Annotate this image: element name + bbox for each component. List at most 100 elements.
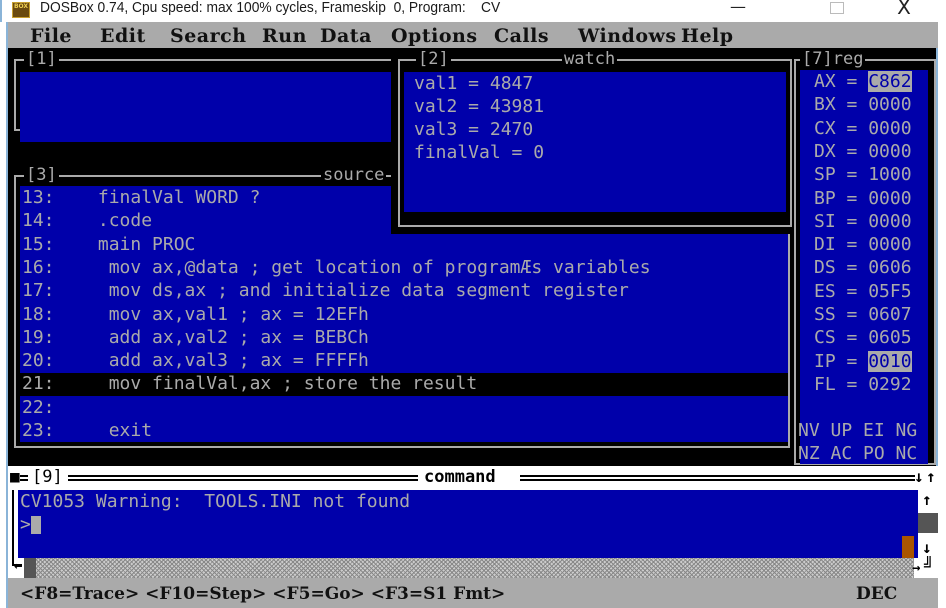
- title-line: [520, 475, 915, 481]
- menu-edit[interactable]: Edit: [100, 23, 146, 49]
- source-line[interactable]: 17: mov ds,ax ; and initialize data segm…: [22, 279, 629, 302]
- line-code: mov ds,ax ; and initialize data segment …: [54, 280, 629, 302]
- status-bar: <F8=Trace> <F10=Step> <F5=Go> <F3=S1 Fmt…: [8, 578, 938, 608]
- register-es[interactable]: ES = 05F5: [814, 280, 912, 303]
- register-name: BX =: [814, 94, 869, 116]
- text-cursor: [30, 516, 41, 534]
- source-line[interactable]: 18: mov ax,val1 ; ax = 12EFh: [22, 303, 369, 326]
- scroll-left-icon[interactable]: ←: [14, 556, 22, 576]
- resize-corner-icon[interactable]: ╝: [924, 556, 934, 576]
- register-name: CX =: [814, 117, 869, 139]
- register-cx[interactable]: CX = 0000: [814, 117, 912, 140]
- line-number: 19:: [22, 326, 55, 348]
- register-cs[interactable]: CS = 0605: [814, 326, 912, 349]
- scroll-marker: [902, 536, 914, 558]
- line-number: 17:: [22, 280, 55, 302]
- register-ss[interactable]: SS = 0607: [814, 303, 912, 326]
- source-panel-number: [3]: [24, 165, 59, 185]
- command-prompt: >: [20, 514, 31, 535]
- register-name: ES =: [814, 280, 869, 302]
- line-number: 20:: [22, 350, 55, 372]
- maximize-button[interactable]: [817, 0, 857, 18]
- source-line[interactable]: 23: exit: [22, 419, 152, 442]
- register-fl[interactable]: FL = 0292: [814, 373, 912, 396]
- watch-item[interactable]: finalVal = 0: [414, 141, 544, 164]
- horizontal-scroll-thumb[interactable]: [24, 558, 36, 578]
- register-value: 0000: [868, 210, 912, 232]
- line-code: mov ax,val1 ; ax = 12EFh: [54, 303, 369, 325]
- menu-search[interactable]: Search: [170, 23, 247, 49]
- panel-1-body[interactable]: [20, 72, 392, 142]
- watch-item[interactable]: val3 = 2470: [414, 118, 533, 141]
- maximize-icon: [830, 2, 844, 14]
- menu-calls[interactable]: Calls: [494, 23, 549, 49]
- status-mode: DEC: [856, 584, 898, 604]
- source-line[interactable]: 14: .code: [22, 209, 152, 232]
- vertical-scroll-thumb[interactable]: [918, 513, 938, 533]
- menu-run[interactable]: Run: [262, 23, 307, 49]
- menu-options[interactable]: Options: [391, 23, 478, 49]
- menu-help[interactable]: Help: [681, 23, 734, 49]
- menu-data[interactable]: Data: [320, 23, 372, 49]
- minimize-arrow-icon[interactable]: ↓: [914, 467, 924, 487]
- window-close-box-icon[interactable]: ■: [10, 467, 20, 487]
- register-bx[interactable]: BX = 0000: [814, 93, 912, 116]
- register-value: 0606: [868, 257, 912, 279]
- command-output[interactable]: CV1053 Warning: TOOLS.INI not found >: [18, 490, 918, 558]
- register-name: FL =: [814, 373, 869, 395]
- register-ds[interactable]: DS = 0606: [814, 256, 912, 279]
- status-key-hints[interactable]: <F8=Trace> <F10=Step> <F5=Go> <F3=S1 Fmt…: [20, 582, 505, 606]
- command-panel-number: [9]: [28, 466, 67, 488]
- register-value: 0000: [868, 234, 912, 256]
- source-line-current[interactable]: 21: mov finalVal,ax ; store the result: [22, 372, 477, 395]
- command-title-bar: ■ [9] command ↓ ↑: [8, 466, 938, 488]
- watch-item[interactable]: val2 = 43981: [414, 95, 544, 118]
- register-name: BP =: [814, 187, 869, 209]
- line-code: main PROC: [54, 233, 196, 255]
- line-code: add ax,val2 ; ax = BEBCh: [54, 326, 369, 348]
- register-name: AX =: [814, 71, 869, 92]
- command-input-line[interactable]: >: [20, 513, 41, 536]
- register-name: CS =: [814, 327, 869, 349]
- flags-row-2: NZ AC PO NC: [798, 443, 918, 464]
- register-name: DS =: [814, 257, 869, 279]
- source-line[interactable]: 22:: [22, 396, 76, 419]
- menu-file[interactable]: File: [30, 23, 72, 49]
- command-horizontal-scrollbar[interactable]: [24, 558, 914, 578]
- register-panel-body[interactable]: AX = C862 BX = 0000 CX = 0000 DX = 0000 SP =…: [798, 70, 928, 464]
- scroll-down-icon[interactable]: ↓: [922, 538, 932, 558]
- menu-windows[interactable]: Windows: [578, 23, 677, 49]
- register-di[interactable]: DI = 0000: [814, 233, 912, 256]
- register-sp[interactable]: SP = 1000: [814, 163, 912, 186]
- source-line[interactable]: 19: add ax,val2 ; ax = BEBCh: [22, 326, 369, 349]
- close-button[interactable]: X: [884, 0, 924, 18]
- source-line[interactable]: 16: mov ax,@data ; get location of progr…: [22, 256, 651, 279]
- line-number: 15:: [22, 233, 55, 255]
- line-code: .code: [54, 210, 153, 232]
- source-line[interactable]: 13: finalVal WORD ?: [22, 186, 260, 209]
- register-si[interactable]: SI = 0000: [814, 210, 912, 233]
- scroll-up-icon[interactable]: ↑: [922, 490, 932, 510]
- register-ax[interactable]: AX = C862: [814, 70, 912, 93]
- register-value: 0000: [868, 140, 912, 162]
- flags-row-1: NV UP EI NG: [798, 420, 918, 441]
- register-value: C862: [868, 71, 912, 92]
- source-line[interactable]: 15: main PROC: [22, 233, 195, 256]
- register-name: SS =: [814, 304, 869, 325]
- register-ip[interactable]: IP = 0010: [814, 350, 912, 373]
- maximize-arrow-icon[interactable]: ↑: [926, 467, 936, 487]
- scroll-right-icon[interactable]: →: [912, 558, 920, 578]
- register-value: 0607: [868, 304, 912, 325]
- window-title: DOSBox 0.74, Cpu speed: max 100% cycles,…: [40, 0, 501, 16]
- command-window: CV1053 Warning: TOOLS.INI not found > ↑ …: [8, 488, 938, 578]
- source-line[interactable]: 20: add ax,val3 ; ax = FFFFh: [22, 349, 369, 372]
- line-code: add ax,val3 ; ax = FFFFh: [54, 350, 369, 372]
- watch-item[interactable]: val1 = 4847: [414, 72, 533, 95]
- register-dx[interactable]: DX = 0000: [814, 140, 912, 163]
- register-value: 1000: [868, 164, 912, 186]
- watch-panel-body[interactable]: val1 = 4847 val2 = 43981 val3 = 2470 fin…: [404, 72, 786, 212]
- minimize-button[interactable]: —: [718, 0, 758, 18]
- dosbox-icon: BOX: [12, 2, 30, 18]
- register-bp[interactable]: BP = 0000: [814, 187, 912, 210]
